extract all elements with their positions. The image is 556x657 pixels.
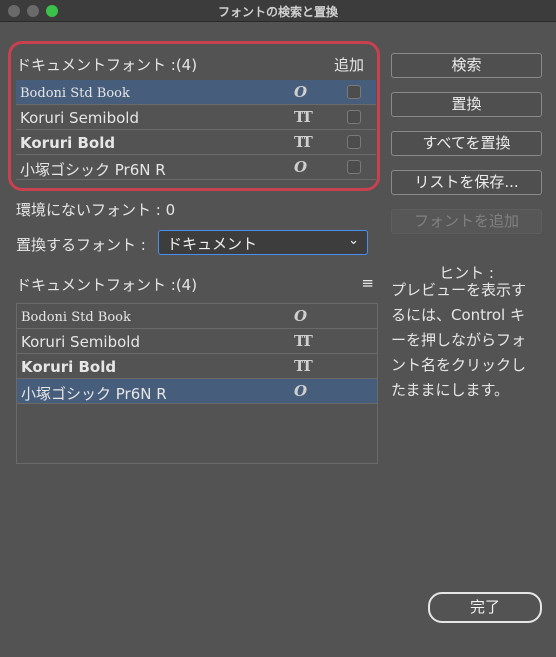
window-title: フォントの検索と置換 bbox=[217, 5, 338, 19]
font-row-koruri-semibold[interactable]: Koruri Semibold TT bbox=[16, 105, 376, 130]
font-name: Koruri Bold bbox=[21, 358, 117, 376]
hint-line: プレビューを表示す bbox=[391, 281, 527, 299]
font-name: Bodoni Std Book bbox=[20, 86, 130, 101]
change-button[interactable]: 置換 bbox=[391, 92, 542, 117]
replace-target-select[interactable]: ドキュメント ⌄ bbox=[158, 230, 368, 255]
hint-line: たままにします。 bbox=[391, 381, 510, 399]
hint-line: ーを押しながらフォ bbox=[391, 331, 527, 349]
replace-target-value: ドキュメント bbox=[167, 235, 258, 253]
font-name: Koruri Semibold bbox=[21, 333, 140, 351]
truetype-icon: TT bbox=[294, 332, 313, 350]
title-bar: フォントの検索と置換 bbox=[0, 0, 556, 22]
missing-fonts-label: 環境にないフォント : 0 bbox=[16, 201, 176, 219]
font-row-kozuka-gothic[interactable]: 小塚ゴシック Pr6N R O bbox=[17, 379, 377, 404]
top-font-list: Bodoni Std Book O Koruri Semibold TT Kor… bbox=[16, 80, 376, 180]
add-checkbox[interactable] bbox=[347, 135, 361, 149]
top-list-title: ドキュメントフォント :(4) bbox=[16, 56, 198, 74]
find-button[interactable]: 検索 bbox=[391, 53, 542, 78]
add-checkbox[interactable] bbox=[347, 160, 361, 174]
doc-list-header: ドキュメントフォント :(4) ≡ bbox=[16, 274, 378, 294]
opentype-icon: O bbox=[294, 158, 308, 176]
chevron-down-icon: ⌄ bbox=[348, 233, 359, 248]
font-row-bodoni[interactable]: Bodoni Std Book O bbox=[16, 80, 376, 105]
font-name: Koruri Semibold bbox=[20, 109, 139, 127]
font-row-koruri-bold[interactable]: Koruri Bold TT bbox=[17, 354, 377, 379]
save-list-button[interactable]: リストを保存... bbox=[391, 170, 542, 195]
doc-list-title: ドキュメントフォント :(4) bbox=[16, 276, 198, 294]
done-button[interactable]: 完了 bbox=[428, 592, 542, 623]
font-row-koruri-bold[interactable]: Koruri Bold TT bbox=[16, 130, 376, 155]
replace-target-label: 置換するフォント : bbox=[16, 236, 146, 254]
font-name: Koruri Bold bbox=[20, 134, 116, 152]
add-checkbox[interactable] bbox=[347, 110, 361, 124]
top-list-header: ドキュメントフォント :(4) 追加 bbox=[16, 54, 376, 74]
font-row-bodoni[interactable]: Bodoni Std Book O bbox=[17, 304, 377, 329]
hint-line: ント名をクリックし bbox=[391, 356, 527, 374]
truetype-icon: TT bbox=[294, 108, 313, 126]
font-name: Bodoni Std Book bbox=[21, 310, 131, 325]
opentype-icon: O bbox=[294, 307, 308, 325]
hint-text: プレビューを表示す るには、Control キ ーを押しながらフォ ント名をクリ… bbox=[391, 278, 546, 403]
change-all-button[interactable]: すべてを置換 bbox=[391, 131, 542, 156]
opentype-icon: O bbox=[294, 83, 308, 101]
truetype-icon: TT bbox=[294, 357, 313, 375]
add-font-button[interactable]: フォントを追加 bbox=[391, 209, 542, 234]
list-menu-icon[interactable]: ≡ bbox=[361, 274, 374, 292]
document-font-list: Bodoni Std Book O Koruri Semibold TT Kor… bbox=[16, 303, 378, 464]
add-column-label: 追加 bbox=[333, 56, 364, 74]
font-row-koruri-semibold[interactable]: Koruri Semibold TT bbox=[17, 329, 377, 354]
add-checkbox[interactable] bbox=[347, 85, 361, 99]
hint-line: るには、Control キ bbox=[391, 306, 525, 324]
opentype-icon: O bbox=[294, 382, 308, 400]
font-name: 小塚ゴシック Pr6N R bbox=[21, 385, 167, 403]
font-row-kozuka-gothic[interactable]: 小塚ゴシック Pr6N R O bbox=[16, 155, 376, 180]
truetype-icon: TT bbox=[294, 133, 313, 151]
font-name: 小塚ゴシック Pr6N R bbox=[20, 161, 166, 179]
